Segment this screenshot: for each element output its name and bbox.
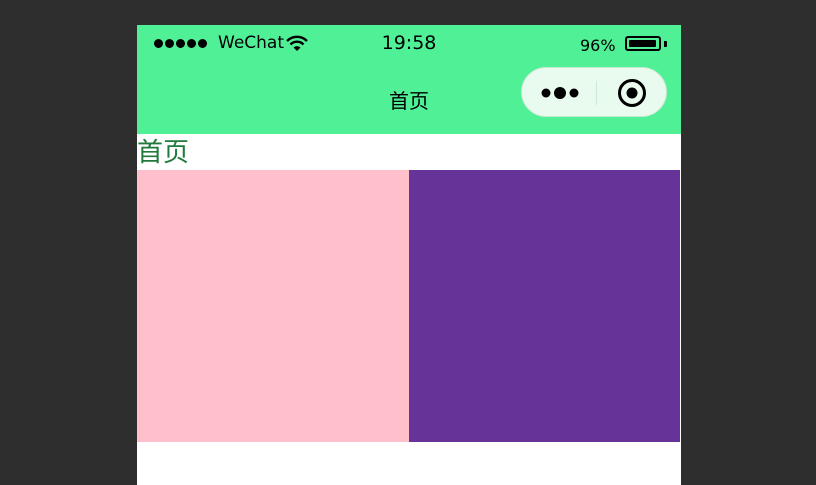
capsule-divider	[596, 81, 597, 105]
menu-capsule	[521, 67, 667, 117]
more-dots-icon[interactable]	[540, 86, 584, 100]
battery-percent: 96%	[580, 36, 616, 55]
purple-box	[409, 170, 680, 442]
navigation-bar: 首页	[137, 65, 681, 134]
battery-fill	[629, 40, 656, 47]
target-close-icon[interactable]	[617, 78, 647, 108]
status-bar: WeChat 19:58 96%	[137, 25, 681, 65]
pink-box	[137, 170, 409, 442]
page-content: 首页	[137, 134, 681, 442]
battery-cap	[664, 41, 667, 47]
page-heading: 首页	[137, 138, 190, 168]
color-box-row	[137, 170, 681, 442]
phone-screen: WeChat 19:58 96% 首页 首页	[137, 25, 681, 485]
battery-icon	[625, 36, 661, 51]
